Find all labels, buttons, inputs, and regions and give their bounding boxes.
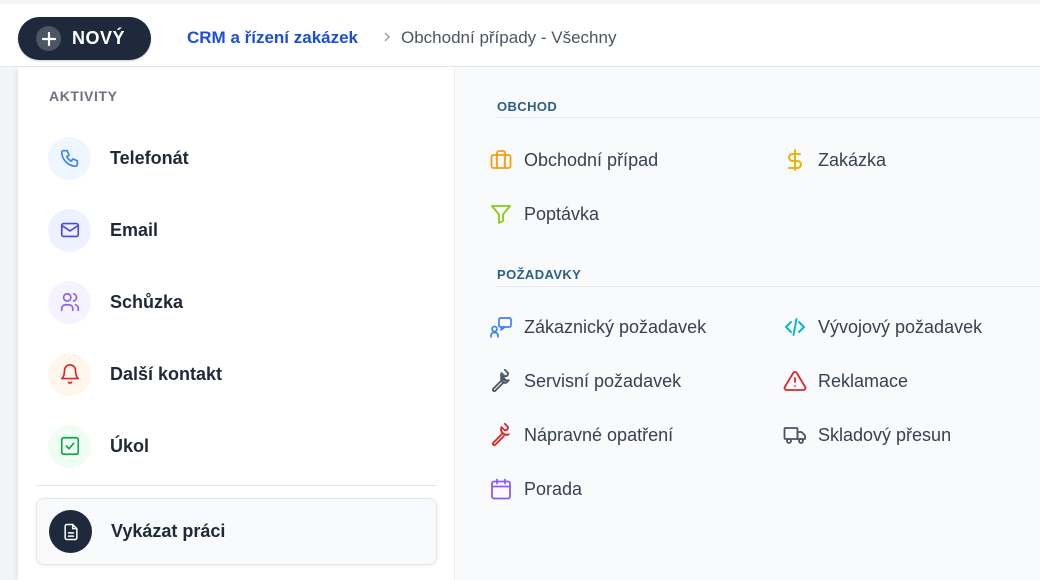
chevron-right-icon [381,30,393,44]
activity-label: Email [110,219,159,240]
item-label: Servisní požadavek [524,370,682,391]
breadcrumb-page: Obchodní případy - Všechny [401,28,617,47]
item-label: Reklamace [818,370,909,391]
dollar-icon [783,148,807,172]
work-report-label: Vykázat práci [111,521,226,541]
item-label: Skladový přesun [818,424,952,445]
filter-icon [489,202,513,226]
item-zakaznicky-pozadavek[interactable]: Zákaznický požadavek [489,312,706,342]
bell-icon [48,352,91,396]
activity-dalsi-kontakt[interactable]: Další kontakt [46,350,436,398]
item-label: Vývojový požadavek [818,316,983,337]
item-napravne-opatreni[interactable]: Nápravné opatření [489,420,673,450]
pozadavky-title: POŽADAVKY [497,267,582,282]
top-edge [0,0,1040,4]
item-label: Zakázka [818,149,887,170]
item-vyvojovy-pozadavek[interactable]: Vývojový požadavek [783,312,982,342]
users-icon [48,280,91,324]
breadcrumb-app-link[interactable]: CRM a řízení zakázek [187,28,358,48]
obchod-title: OBCHOD [497,99,558,114]
warning-icon [783,369,807,393]
item-label: Porada [524,478,583,499]
code-icon [783,315,807,339]
page-background [0,67,18,580]
truck-icon [783,423,807,447]
item-label: Poptávka [524,203,600,224]
item-porada[interactable]: Porada [489,474,582,504]
item-reklamace[interactable]: Reklamace [783,366,908,396]
activity-email[interactable]: Email [46,206,436,254]
new-button[interactable]: NOVÝ [18,17,151,60]
activities-title: AKTIVITY [49,88,118,104]
briefcase-icon [489,148,513,172]
work-report-button[interactable]: Vykázat práci [36,498,437,565]
document-icon [49,510,92,553]
item-obchodni-pripad[interactable]: Obchodní případ [489,145,658,175]
item-zakazka[interactable]: Zakázka [783,145,886,175]
mail-icon [48,208,91,252]
item-label: Nápravné opatření [524,424,674,445]
item-skladovy-presun[interactable]: Skladový přesun [783,420,951,450]
check-square-icon [48,424,91,468]
activity-label: Úkol [110,435,150,456]
wrench-icon [489,423,513,447]
activity-label: Další kontakt [110,363,223,384]
plus-icon [36,26,61,51]
calendar-icon [489,477,513,501]
item-servisni-pozadavek[interactable]: Servisní požadavek [489,366,681,396]
customer-request-icon [489,315,513,339]
new-menu-panel: AKTIVITY Telefonát Email Schůzka Další k… [18,67,1040,580]
activity-telefonat[interactable]: Telefonát [46,134,436,182]
item-poptavka[interactable]: Poptávka [489,199,599,229]
activities-column: AKTIVITY Telefonát Email Schůzka Další k… [18,67,455,580]
new-button-label: NOVÝ [72,28,126,48]
item-label: Obchodní případ [524,149,659,170]
activity-label: Schůzka [110,291,184,312]
activity-ukol[interactable]: Úkol [46,422,436,470]
activity-schuzka[interactable]: Schůzka [46,278,436,326]
activity-label: Telefonát [110,147,189,168]
record-types-column: OBCHOD Obchodní případ Zakázka Poptávka … [455,67,1040,580]
section-divider [497,117,1040,118]
phone-icon [48,136,91,180]
top-bar: NOVÝ CRM a řízení zakázek Obchodní přípa… [0,0,1040,67]
item-label: Zákaznický požadavek [524,316,707,337]
divider [36,485,437,486]
wrench-icon [489,369,513,393]
section-divider [497,286,1040,287]
